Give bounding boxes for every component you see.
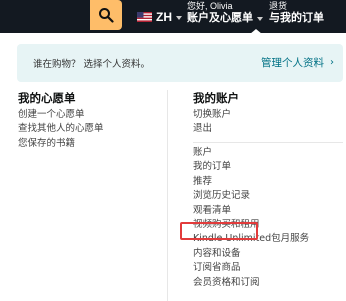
highlight-annotation: [180, 222, 258, 240]
chevron-right-icon: ›: [330, 57, 334, 68]
account-links: 账户 我的订单 推荐 浏览历史记录 观看清单 视频购买和租用 Kindle Un…: [193, 146, 309, 290]
sign-out-link[interactable]: 退出: [193, 122, 231, 136]
returns-orders-link[interactable]: 退货 与我的订单: [269, 1, 324, 24]
profile-banner: 谁在购物？ 选择个人资料。 管理个人资料 ›: [17, 44, 343, 82]
account-heading: 我的账户: [193, 91, 239, 105]
account-flyout: 谁在购物？ 选择个人资料。 管理个人资料 › 我的心愿单 创建一个心愿单 查找其…: [5, 33, 346, 301]
find-wishlist-link[interactable]: 查找其他人的心愿单: [18, 122, 104, 136]
recommendations-link[interactable]: 推荐: [193, 175, 309, 189]
profile-prompt: 谁在购物？ 选择个人资料。: [33, 59, 151, 70]
wishlist-links: 创建一个心愿单 查找其他人的心愿单 您保存的书籍: [18, 108, 104, 151]
top-nav-bar: ZH 您好, Olivia 账户及心愿单 退货 与我的订单: [0, 0, 346, 33]
account-separator: [193, 142, 343, 143]
browsing-history-link[interactable]: 浏览历史记录: [193, 189, 309, 203]
wishlist-heading: 我的心愿单: [18, 91, 76, 105]
manage-profiles-link[interactable]: 管理个人资料 ›: [261, 55, 334, 70]
search-icon: [99, 8, 114, 23]
orders-label: 与我的订单: [269, 11, 324, 24]
account-session-links: 切换账户 退出: [193, 108, 231, 137]
saved-books-link[interactable]: 您保存的书籍: [18, 137, 104, 151]
us-flag-icon: [137, 12, 152, 22]
content-devices-link[interactable]: 内容和设备: [193, 247, 309, 261]
switch-account-link[interactable]: 切换账户: [193, 108, 231, 122]
memberships-link[interactable]: 会员资格和订阅: [193, 276, 309, 290]
watchlist-link[interactable]: 观看清单: [193, 204, 309, 218]
chevron-down-icon: [176, 16, 182, 20]
search-button[interactable]: [90, 0, 122, 30]
language-label: ZH: [156, 10, 172, 24]
language-selector[interactable]: ZH: [137, 9, 182, 25]
account-link[interactable]: 账户: [193, 146, 309, 160]
account-greeting: 您好, Olivia: [187, 1, 233, 11]
chevron-down-icon: [257, 16, 263, 21]
returns-label: 退货: [269, 1, 288, 11]
manage-profiles-label: 管理个人资料: [261, 57, 324, 69]
orders-link[interactable]: 我的订单: [193, 160, 309, 174]
account-lists-menu[interactable]: 您好, Olivia 账户及心愿单: [187, 1, 263, 24]
create-wishlist-link[interactable]: 创建一个心愿单: [18, 108, 104, 122]
account-lists-label: 账户及心愿单: [187, 11, 253, 24]
subscribe-save-link[interactable]: 订阅省商品: [193, 261, 309, 275]
column-divider: [167, 90, 168, 301]
